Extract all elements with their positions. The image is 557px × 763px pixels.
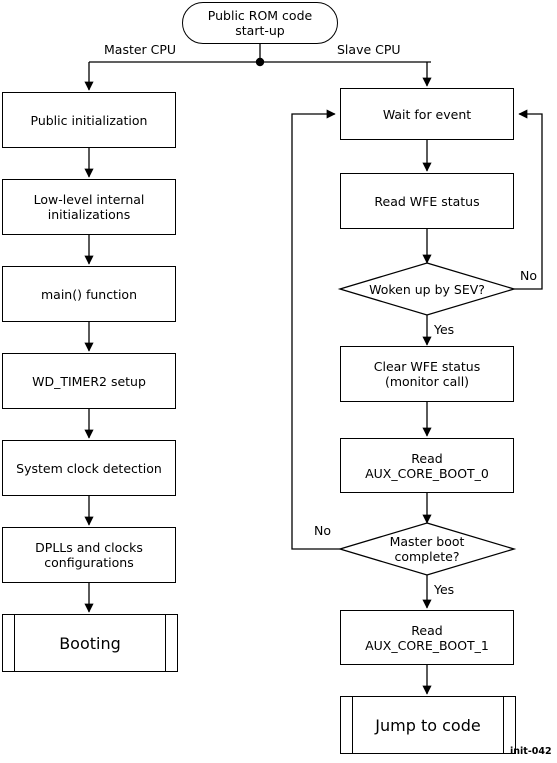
node-system-clock-detection[interactable]: System clock detection — [2, 440, 176, 496]
node-jump-to-code[interactable]: Jump to code — [340, 696, 516, 754]
node-label: Public initialization — [30, 112, 148, 128]
node-public-initialization[interactable]: Public initialization — [2, 92, 176, 148]
figure-caption: init-042 — [510, 746, 552, 757]
node-label: Booting — [59, 633, 121, 653]
node-label: Read AUX_CORE_BOOT_1 — [365, 622, 489, 653]
edge-label-sev-no: No — [520, 268, 537, 283]
edge-label-boot-yes: Yes — [434, 582, 455, 597]
node-label: Read AUX_CORE_BOOT_0 — [365, 450, 489, 481]
shape-decision-master-boot-complete — [337, 522, 517, 576]
node-booting[interactable]: Booting — [2, 614, 178, 672]
flowchart-canvas: Public ROM code start-up Master CPU Slav… — [0, 0, 557, 763]
node-label: Clear WFE status (monitor call) — [373, 359, 481, 389]
node-read-aux-core-boot-0[interactable]: Read AUX_CORE_BOOT_0 — [340, 438, 514, 493]
junction-dot — [255, 57, 265, 67]
node-dplls-and-clocks-configurations[interactable]: DPLLs and clocks configurations — [2, 527, 176, 583]
node-label: Public ROM code start-up — [207, 8, 313, 38]
edge-boot-no-to-wait — [291, 109, 340, 550]
node-label: Jump to code — [375, 715, 481, 735]
edge-label-sev-yes: Yes — [434, 322, 455, 337]
node-low-level-internal-initializations[interactable]: Low-level internal initializations — [2, 179, 176, 235]
node-read-aux-core-boot-1[interactable]: Read AUX_CORE_BOOT_1 — [340, 610, 514, 665]
node-label: System clock detection — [16, 460, 162, 476]
branch-label-slave-cpu: Slave CPU — [337, 42, 401, 57]
node-label: Wait for event — [382, 106, 472, 122]
node-public-rom-code-startup[interactable]: Public ROM code start-up — [182, 2, 338, 44]
node-read-wfe-status[interactable]: Read WFE status — [340, 173, 514, 229]
node-clear-wfe-status[interactable]: Clear WFE status (monitor call) — [340, 346, 514, 402]
node-label: main() function — [40, 286, 138, 302]
edge-sev-no-to-wait — [514, 109, 543, 290]
node-label: Read WFE status — [374, 193, 480, 209]
node-label: Low-level internal initializations — [33, 192, 145, 222]
shape-decision-woken-up-by-sev — [337, 262, 517, 316]
node-wd-timer2-setup[interactable]: WD_TIMER2 setup — [2, 353, 176, 409]
edge-label-boot-no: No — [314, 523, 331, 538]
branch-label-master-cpu: Master CPU — [104, 42, 177, 57]
node-label: DPLLs and clocks configurations — [35, 540, 143, 570]
node-main-function[interactable]: main() function — [2, 266, 176, 322]
node-wait-for-event[interactable]: Wait for event — [340, 88, 514, 140]
node-label: WD_TIMER2 setup — [32, 373, 146, 389]
